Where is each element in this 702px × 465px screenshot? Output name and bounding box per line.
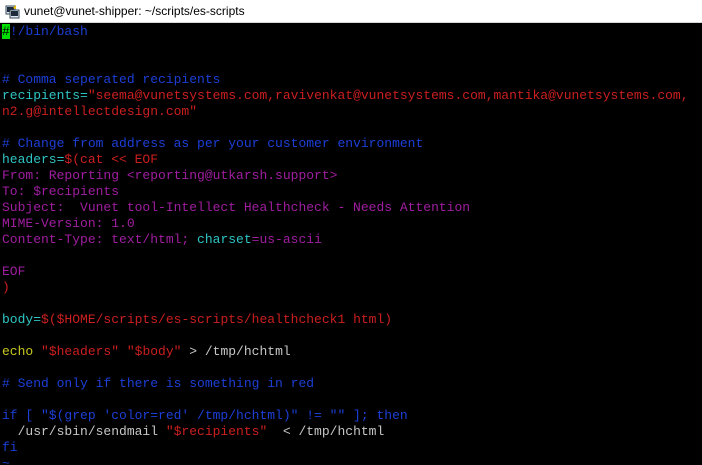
- text-cursor: #: [2, 24, 10, 39]
- code-token: "$recipients": [165, 424, 268, 439]
- code-line: To: $recipients: [2, 184, 119, 200]
- code-token: n2.g@intellectdesign.com": [2, 104, 198, 119]
- code-line: n2.g@intellectdesign.com": [2, 104, 197, 120]
- code-token: ): [2, 280, 10, 295]
- code-token: recipients=: [2, 88, 88, 103]
- code-line: From: Reporting <reporting@utkarsh.suppo…: [2, 168, 337, 184]
- code-token: echo: [2, 344, 42, 359]
- code-line: ): [2, 280, 10, 296]
- code-token: /usr/sbin/sendmail: [2, 424, 166, 439]
- code-token: $($HOME/scripts/es-scripts/healthcheck1 …: [41, 312, 393, 327]
- code-token: body=: [2, 312, 42, 327]
- code-line: recipients="seema@vunetsystems.com,raviv…: [2, 88, 689, 104]
- code-token: From: Reporting <reporting@utkarsh.suppo…: [2, 168, 338, 183]
- window-title: vunet@vunet-shipper: ~/scripts/es-script…: [24, 4, 245, 18]
- code-token: MIME-Version: 1.0: [2, 216, 135, 231]
- code-token: EOF: [2, 264, 26, 279]
- code-line: # Change from address as per your custom…: [2, 136, 423, 152]
- title-bar[interactable]: vunet@vunet-shipper: ~/scripts/es-script…: [0, 0, 702, 23]
- code-line: # Comma seperated recipients: [2, 72, 220, 88]
- code-token: # Comma seperated recipients: [2, 72, 221, 87]
- code-token: "$body": [126, 344, 182, 359]
- code-line: MIME-Version: 1.0: [2, 216, 135, 232]
- code-line: /usr/sbin/sendmail "$recipients" < /tmp/…: [2, 424, 385, 440]
- code-token: To: $recipients: [2, 184, 120, 199]
- code-line: headers=$(cat << EOF: [2, 152, 158, 168]
- code-line: ~: [2, 456, 10, 465]
- putty-terminal-icon: [5, 4, 20, 19]
- code-line: EOF: [2, 264, 25, 280]
- code-token: fi: [2, 440, 18, 455]
- code-line: # Send only if there is something in red: [2, 376, 314, 392]
- code-token: Subject: Vunet tool-Intellect Healthchec…: [2, 200, 471, 215]
- terminal-editor[interactable]: #!/bin/bash # Comma seperated recipients r…: [0, 23, 702, 465]
- code-line: fi: [2, 440, 18, 456]
- code-token: charset: [197, 232, 252, 247]
- code-token: # Send only if there is something in red: [2, 376, 315, 391]
- code-line: echo "$headers" "$body" > /tmp/hchtml: [2, 344, 291, 360]
- code-token: # Change from address as per your custom…: [2, 136, 424, 151]
- code-token: =us-ascii: [251, 232, 322, 247]
- code-line: if [ "$(grep 'color=red' /tmp/hchtml)" !…: [2, 408, 408, 424]
- code-token: headers=: [2, 152, 65, 167]
- code-token: "seema@vunetsystems.com,ravivenkat@vunet…: [87, 88, 689, 103]
- code-line: #!/bin/bash: [2, 24, 88, 40]
- code-line: Content-Type: text/html; charset=us-asci…: [2, 232, 322, 248]
- code-token: !/bin/bash: [9, 24, 88, 39]
- code-token: > /tmp/hchtml: [181, 344, 291, 359]
- code-token: ~: [2, 456, 10, 465]
- code-token: < /tmp/hchtml: [267, 424, 385, 439]
- code-token: $(cat << EOF: [64, 152, 159, 167]
- code-token: if [ "$(grep 'color=red' /tmp/hchtml)" !…: [2, 408, 408, 423]
- code-line: Subject: Vunet tool-Intellect Healthchec…: [2, 200, 470, 216]
- code-token: Content-Type: text/html;: [2, 232, 198, 247]
- code-line: body=$($HOME/scripts/es-scripts/healthch…: [2, 312, 392, 328]
- code-token: "$headers": [41, 344, 120, 359]
